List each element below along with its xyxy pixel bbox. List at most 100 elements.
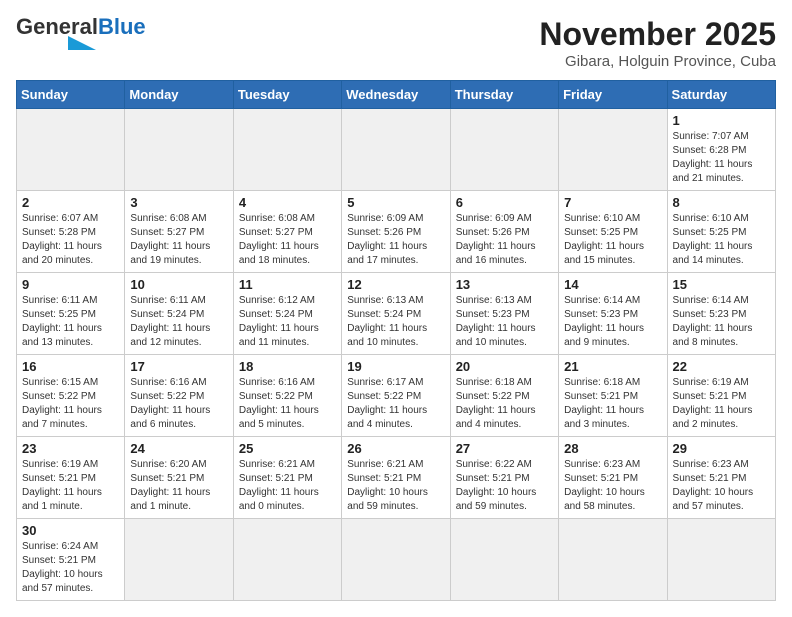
calendar-cell: 26 Sunrise: 6:21 AMSunset: 5:21 PMDayligh… <box>342 437 450 519</box>
day-number: 13 <box>456 277 553 292</box>
day-info: Sunrise: 6:22 AMSunset: 5:21 PMDaylight:… <box>456 458 553 514</box>
day-info: Sunrise: 6:16 AMSunset: 5:22 PMDaylight:… <box>130 376 227 432</box>
day-info: Sunrise: 6:17 AMSunset: 5:22 PMDaylight:… <box>347 376 444 432</box>
day-number: 17 <box>130 359 227 374</box>
calendar-cell <box>450 109 558 191</box>
calendar-cell <box>233 519 341 601</box>
day-number: 15 <box>673 277 770 292</box>
logo-graphic <box>16 36 96 50</box>
header-sunday: Sunday <box>17 81 125 109</box>
header-wednesday: Wednesday <box>342 81 450 109</box>
day-info: Sunrise: 6:23 AMSunset: 5:21 PMDaylight:… <box>564 458 661 514</box>
calendar-cell <box>125 519 233 601</box>
day-info: Sunrise: 6:24 AMSunset: 5:21 PMDaylight:… <box>22 540 119 596</box>
day-number: 23 <box>22 441 119 456</box>
day-info: Sunrise: 6:14 AMSunset: 5:23 PMDaylight:… <box>564 294 661 350</box>
day-number: 5 <box>347 195 444 210</box>
header-friday: Friday <box>559 81 667 109</box>
calendar-cell <box>559 109 667 191</box>
calendar-week-5: 23 Sunrise: 6:19 AMSunset: 5:21 PMDayligh… <box>17 437 776 519</box>
day-info: Sunrise: 6:14 AMSunset: 5:23 PMDaylight:… <box>673 294 770 350</box>
calendar-week-6: 30 Sunrise: 6:24 AMSunset: 5:21 PMDayligh… <box>17 519 776 601</box>
calendar-cell <box>233 109 341 191</box>
day-number: 6 <box>456 195 553 210</box>
calendar-cell <box>450 519 558 601</box>
calendar-cell: 28 Sunrise: 6:23 AMSunset: 5:21 PMDayligh… <box>559 437 667 519</box>
day-info: Sunrise: 6:21 AMSunset: 5:21 PMDaylight:… <box>239 458 336 514</box>
day-info: Sunrise: 6:09 AMSunset: 5:26 PMDaylight:… <box>456 212 553 268</box>
day-number: 30 <box>22 523 119 538</box>
day-number: 27 <box>456 441 553 456</box>
day-info: Sunrise: 6:19 AMSunset: 5:21 PMDaylight:… <box>22 458 119 514</box>
day-number: 22 <box>673 359 770 374</box>
day-number: 20 <box>456 359 553 374</box>
calendar-cell <box>342 519 450 601</box>
day-number: 25 <box>239 441 336 456</box>
day-info: Sunrise: 6:16 AMSunset: 5:22 PMDaylight:… <box>239 376 336 432</box>
day-info: Sunrise: 6:18 AMSunset: 5:21 PMDaylight:… <box>564 376 661 432</box>
day-number: 14 <box>564 277 661 292</box>
header-thursday: Thursday <box>450 81 558 109</box>
day-info: Sunrise: 6:15 AMSunset: 5:22 PMDaylight:… <box>22 376 119 432</box>
day-number: 4 <box>239 195 336 210</box>
day-info: Sunrise: 6:18 AMSunset: 5:22 PMDaylight:… <box>456 376 553 432</box>
calendar-week-4: 16 Sunrise: 6:15 AMSunset: 5:22 PMDayligh… <box>17 355 776 437</box>
day-number: 19 <box>347 359 444 374</box>
day-number: 18 <box>239 359 336 374</box>
calendar-cell: 25 Sunrise: 6:21 AMSunset: 5:21 PMDayligh… <box>233 437 341 519</box>
calendar-cell: 12 Sunrise: 6:13 AMSunset: 5:24 PMDayligh… <box>342 273 450 355</box>
header-tuesday: Tuesday <box>233 81 341 109</box>
calendar-cell: 4Sunrise: 6:08 AMSunset: 5:27 PMDaylight… <box>233 191 341 273</box>
calendar-cell <box>17 109 125 191</box>
calendar-cell: 3Sunrise: 6:08 AMSunset: 5:27 PMDaylight… <box>125 191 233 273</box>
calendar-cell: 19 Sunrise: 6:17 AMSunset: 5:22 PMDayligh… <box>342 355 450 437</box>
calendar-cell <box>125 109 233 191</box>
page-header: General Blue November 2025 Gibara, Holgu… <box>16 16 776 70</box>
calendar-cell: 27 Sunrise: 6:22 AMSunset: 5:21 PMDayligh… <box>450 437 558 519</box>
day-number: 10 <box>130 277 227 292</box>
day-number: 16 <box>22 359 119 374</box>
day-number: 26 <box>347 441 444 456</box>
calendar-cell: 22 Sunrise: 6:19 AMSunset: 5:21 PMDayligh… <box>667 355 775 437</box>
calendar-week-1: 1Sunrise: 7:07 AMSunset: 6:28 PMDaylight… <box>17 109 776 191</box>
day-number: 29 <box>673 441 770 456</box>
calendar-cell: 17 Sunrise: 6:16 AMSunset: 5:22 PMDayligh… <box>125 355 233 437</box>
calendar-week-3: 9 Sunrise: 6:11 AMSunset: 5:25 PMDaylight… <box>17 273 776 355</box>
day-info: Sunrise: 6:21 AMSunset: 5:21 PMDaylight:… <box>347 458 444 514</box>
day-info: Sunrise: 6:11 AMSunset: 5:25 PMDaylight:… <box>22 294 119 350</box>
day-info: Sunrise: 6:10 AMSunset: 5:25 PMDaylight:… <box>564 212 661 268</box>
day-number: 9 <box>22 277 119 292</box>
day-number: 28 <box>564 441 661 456</box>
calendar-cell: 7 Sunrise: 6:10 AMSunset: 5:25 PMDaylight… <box>559 191 667 273</box>
title-block: November 2025 Gibara, Holguin Province, … <box>539 16 776 70</box>
day-number: 24 <box>130 441 227 456</box>
location-subtitle: Gibara, Holguin Province, Cuba <box>539 53 776 70</box>
day-number: 8 <box>673 195 770 210</box>
calendar-cell: 13 Sunrise: 6:13 AMSunset: 5:23 PMDayligh… <box>450 273 558 355</box>
calendar-cell <box>342 109 450 191</box>
logo-general: General <box>16 16 98 38</box>
calendar-cell: 30 Sunrise: 6:24 AMSunset: 5:21 PMDayligh… <box>17 519 125 601</box>
logo: General Blue <box>16 16 146 50</box>
calendar-table: SundayMondayTuesdayWednesdayThursdayFrid… <box>16 80 776 601</box>
day-info: Sunrise: 6:09 AMSunset: 5:26 PMDaylight:… <box>347 212 444 268</box>
day-number: 11 <box>239 277 336 292</box>
calendar-cell <box>559 519 667 601</box>
day-info: Sunrise: 6:20 AMSunset: 5:21 PMDaylight:… <box>130 458 227 514</box>
calendar-cell: 8Sunrise: 6:10 AMSunset: 5:25 PMDaylight… <box>667 191 775 273</box>
day-info: Sunrise: 6:08 AMSunset: 5:27 PMDaylight:… <box>130 212 227 268</box>
day-number: 7 <box>564 195 661 210</box>
calendar-cell: 6 Sunrise: 6:09 AMSunset: 5:26 PMDaylight… <box>450 191 558 273</box>
calendar-header-row: SundayMondayTuesdayWednesdayThursdayFrid… <box>17 81 776 109</box>
calendar-week-2: 2Sunrise: 6:07 AMSunset: 5:28 PMDaylight… <box>17 191 776 273</box>
day-number: 1 <box>673 113 770 128</box>
calendar-cell: 5 Sunrise: 6:09 AMSunset: 5:26 PMDaylight… <box>342 191 450 273</box>
day-info: Sunrise: 6:13 AMSunset: 5:24 PMDaylight:… <box>347 294 444 350</box>
day-info: Sunrise: 6:13 AMSunset: 5:23 PMDaylight:… <box>456 294 553 350</box>
day-info: Sunrise: 6:19 AMSunset: 5:21 PMDaylight:… <box>673 376 770 432</box>
header-monday: Monday <box>125 81 233 109</box>
calendar-cell: 9 Sunrise: 6:11 AMSunset: 5:25 PMDaylight… <box>17 273 125 355</box>
calendar-cell: 2Sunrise: 6:07 AMSunset: 5:28 PMDaylight… <box>17 191 125 273</box>
calendar-cell <box>667 519 775 601</box>
day-number: 12 <box>347 277 444 292</box>
